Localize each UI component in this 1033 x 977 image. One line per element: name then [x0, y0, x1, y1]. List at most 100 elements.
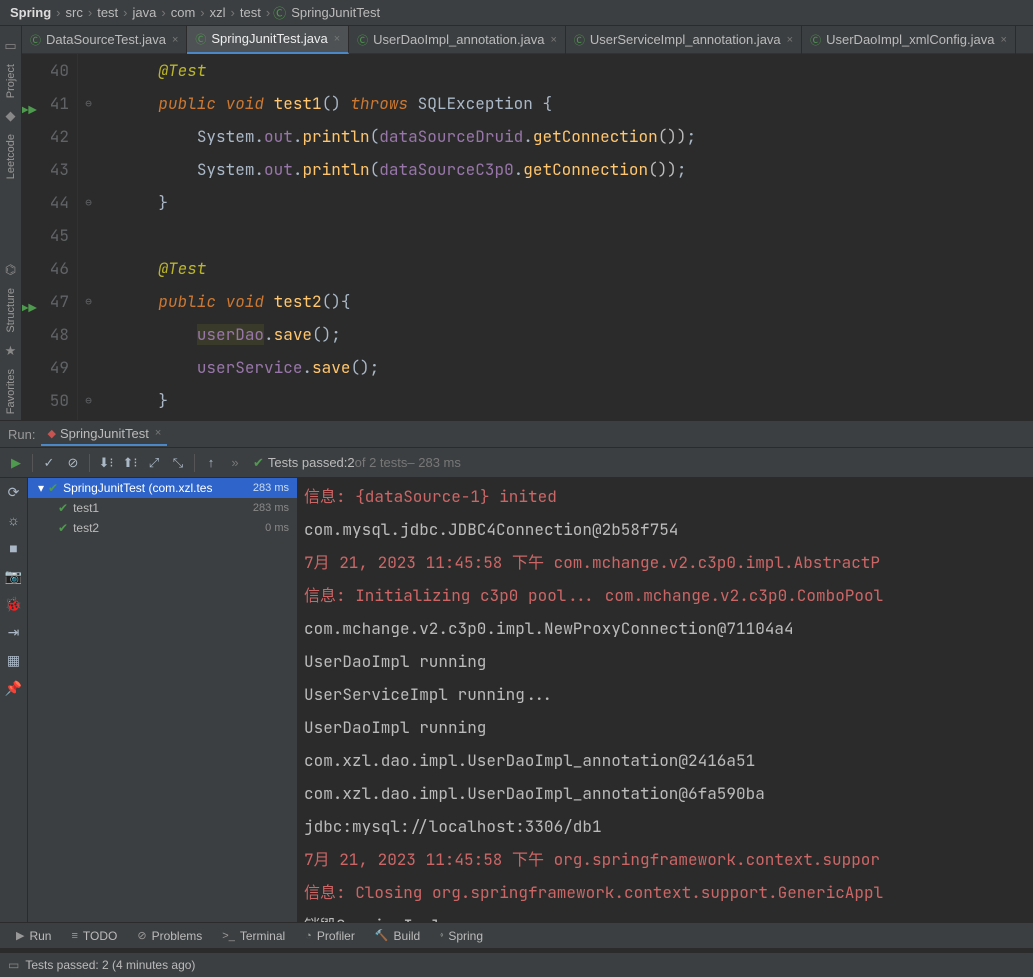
- code-line[interactable]: @Test: [120, 252, 1033, 285]
- console-output[interactable]: 信息: {dataSource-1} initedcom.mysql.jdbc.…: [298, 478, 1033, 922]
- debug-button[interactable]: ☼: [0, 506, 27, 534]
- bottom-tab-build[interactable]: 🔨Build: [365, 923, 430, 949]
- bottom-tab-todo[interactable]: ≡TODO: [61, 923, 127, 949]
- sort-down-button[interactable]: ⬇⁝: [94, 451, 118, 475]
- breadcrumb-item[interactable]: xzl: [208, 5, 228, 20]
- tab-label: UserDaoImpl_annotation.java: [373, 32, 544, 47]
- breadcrumb-root[interactable]: Spring: [8, 5, 53, 20]
- console-line[interactable]: 信息: {dataSource-1} inited: [304, 480, 1027, 513]
- run-config-tab[interactable]: ◆ SpringJunitTest ×: [41, 423, 167, 446]
- bug-icon[interactable]: 🐞: [0, 590, 27, 618]
- star-icon[interactable]: ★: [5, 343, 17, 359]
- console-line[interactable]: com.xzl.dao.impl.UserDaoImpl_annotation@…: [304, 744, 1027, 777]
- show-ignored-button[interactable]: ⊘: [61, 451, 85, 475]
- breadcrumb-item[interactable]: test: [238, 5, 263, 20]
- sort-up-button[interactable]: ⬆⁝: [118, 451, 142, 475]
- up-button[interactable]: ↑: [199, 451, 223, 475]
- project-icon[interactable]: ▭: [4, 38, 16, 54]
- code-line[interactable]: userDao.save();: [120, 318, 1033, 351]
- editor-tab[interactable]: ⒸDataSourceTest.java×: [22, 26, 187, 54]
- bottom-tab-problems[interactable]: ⊘Problems: [127, 923, 212, 949]
- tool-leetcode[interactable]: Leetcode: [5, 134, 17, 179]
- separator: [32, 454, 33, 472]
- test-tree-row[interactable]: ▾✔SpringJunitTest (com.xzl.tes283 ms: [28, 478, 297, 498]
- bottom-tab-run[interactable]: ▶Run: [6, 923, 61, 949]
- close-icon[interactable]: ×: [334, 33, 340, 45]
- console-line[interactable]: com.xzl.dao.impl.UserDaoImpl_annotation@…: [304, 777, 1027, 810]
- fold-column[interactable]: ⊖ ⊖ ⊖ ⊖: [78, 54, 100, 420]
- tab-icon: ⊘: [137, 929, 146, 942]
- breadcrumb-item[interactable]: src: [64, 5, 85, 20]
- tab-label: UserDaoImpl_xmlConfig.java: [826, 32, 994, 47]
- fold-marker[interactable]: ⊖: [78, 285, 99, 318]
- check-icon: ✔: [58, 501, 68, 515]
- console-line[interactable]: UserDaoImpl running: [304, 711, 1027, 744]
- close-icon[interactable]: ×: [155, 427, 161, 439]
- console-line[interactable]: 信息: Closing org.springframework.context.…: [304, 876, 1027, 909]
- status-count: 2: [347, 455, 354, 470]
- line-number: 43: [22, 153, 69, 186]
- bottom-tab-terminal[interactable]: >_Terminal: [212, 923, 295, 949]
- code-line[interactable]: }: [120, 186, 1033, 219]
- breadcrumb-leaf[interactable]: SpringJunitTest: [289, 5, 382, 20]
- close-icon[interactable]: ×: [1000, 34, 1006, 46]
- fold-marker[interactable]: ⊖: [78, 87, 99, 120]
- editor-tab[interactable]: ⒸUserDaoImpl_annotation.java×: [349, 26, 566, 54]
- tab-label: UserServiceImpl_annotation.java: [590, 32, 781, 47]
- console-line[interactable]: 7月 21, 2023 11:45:58 下午 org.springframew…: [304, 843, 1027, 876]
- camera-icon[interactable]: 📷: [0, 562, 27, 590]
- rerun-button[interactable]: ▶: [4, 451, 28, 475]
- breadcrumb-item[interactable]: test: [95, 5, 120, 20]
- stop-button[interactable]: ■: [0, 534, 27, 562]
- code-line[interactable]: public void test1() throws SQLException …: [120, 87, 1033, 120]
- console-line[interactable]: com.mysql.jdbc.JDBC4Connection@2b58f754: [304, 513, 1027, 546]
- show-passed-button[interactable]: ✓: [37, 451, 61, 475]
- console-line[interactable]: UserServiceImpl running...: [304, 678, 1027, 711]
- chevron-down-icon[interactable]: ▾: [38, 481, 44, 495]
- code-line[interactable]: public void test2(){: [120, 285, 1033, 318]
- tool-favorites[interactable]: Favorites: [5, 369, 17, 414]
- code-line[interactable]: }: [120, 384, 1033, 417]
- run-step-button[interactable]: ⟳: [0, 478, 27, 506]
- bottom-tab-spring[interactable]: ⬫Spring: [430, 923, 493, 949]
- code-line[interactable]: userService.save();: [120, 351, 1033, 384]
- fold-marker[interactable]: ⊖: [78, 186, 99, 219]
- code-line[interactable]: System.out.println(dataSourceDruid.getCo…: [120, 120, 1033, 153]
- exit-icon[interactable]: ⇥: [0, 618, 27, 646]
- close-icon[interactable]: ×: [550, 34, 556, 46]
- console-line[interactable]: 7月 21, 2023 11:45:58 下午 com.mchange.v2.c…: [304, 546, 1027, 579]
- tool-structure[interactable]: Structure: [5, 288, 17, 333]
- test-tree[interactable]: ▾✔SpringJunitTest (com.xzl.tes283 ms✔tes…: [28, 478, 298, 922]
- close-icon[interactable]: ×: [172, 34, 178, 46]
- console-line[interactable]: jdbc:mysql://localhost:3306/db1: [304, 810, 1027, 843]
- code-line[interactable]: @Test: [120, 54, 1033, 87]
- test-tree-row[interactable]: ✔test20 ms: [28, 518, 297, 538]
- close-icon[interactable]: ×: [787, 34, 793, 46]
- breadcrumb-item[interactable]: com: [169, 5, 198, 20]
- chevron-right-icon: ›: [88, 5, 92, 20]
- more-button[interactable]: »: [223, 451, 247, 475]
- collapse-all-button[interactable]: ⤡: [166, 451, 190, 475]
- console-line[interactable]: 信息: Initializing c3p0 pool... com.mchang…: [304, 579, 1027, 612]
- console-line[interactable]: com.mchange.v2.c3p0.impl.NewProxyConnect…: [304, 612, 1027, 645]
- expand-all-button[interactable]: ⤢: [142, 451, 166, 475]
- code-area[interactable]: @Test public void test1() throws SQLExce…: [100, 54, 1033, 420]
- code-line[interactable]: [120, 219, 1033, 252]
- layout-icon[interactable]: ▦: [0, 646, 27, 674]
- console-line[interactable]: 销毁ServiceImpl: [304, 909, 1027, 922]
- check-icon: ✔: [58, 521, 68, 535]
- leetcode-icon[interactable]: ◆: [6, 108, 16, 124]
- breadcrumb-item[interactable]: java: [131, 5, 159, 20]
- editor-tab[interactable]: ⒸUserServiceImpl_annotation.java×: [566, 26, 802, 54]
- tool-project[interactable]: Project: [5, 64, 17, 98]
- editor-tab[interactable]: ⒸSpringJunitTest.java×: [187, 26, 349, 54]
- bottom-tab-profiler[interactable]: ◔Profiler: [295, 923, 365, 949]
- code-editor[interactable]: 4041▶▶424344454647▶▶484950 ⊖⊖⊖⊖ @Test pu…: [22, 54, 1033, 420]
- console-line[interactable]: UserDaoImpl running: [304, 645, 1027, 678]
- editor-tab[interactable]: ⒸUserDaoImpl_xmlConfig.java×: [802, 26, 1016, 54]
- structure-icon[interactable]: ⌬: [5, 262, 16, 278]
- code-line[interactable]: System.out.println(dataSourceC3p0.getCon…: [120, 153, 1033, 186]
- fold-marker[interactable]: ⊖: [78, 384, 99, 417]
- pin-icon[interactable]: 📌: [0, 674, 27, 702]
- test-tree-row[interactable]: ✔test1283 ms: [28, 498, 297, 518]
